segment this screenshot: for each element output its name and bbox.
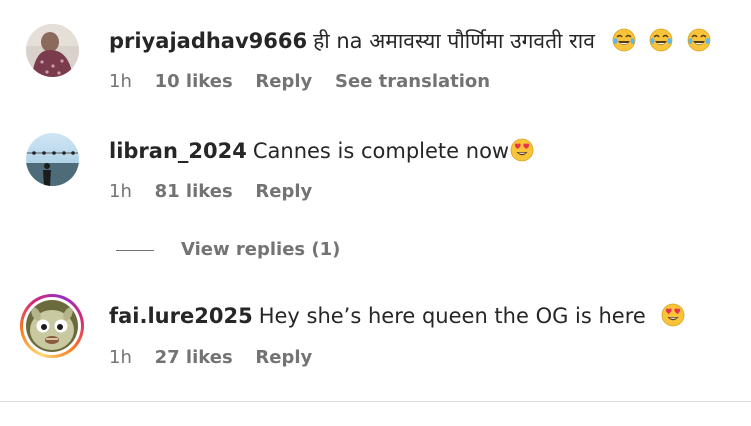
face-with-tears-of-joy-icon (649, 28, 673, 52)
heart-eyes-face-icon (510, 138, 534, 162)
bottom-divider (0, 401, 751, 402)
face-with-tears-of-joy-icon (687, 28, 711, 52)
comment-content: libran_2024 Cannes is complete now (109, 138, 534, 164)
comments-panel: priyajadhav9666 ही na अमावस्या पौर्णिमा उ… (0, 0, 751, 426)
view-replies-button[interactable]: View replies (1) (116, 239, 340, 261)
comment-likes[interactable]: 27 likes (155, 347, 233, 368)
avatar[interactable] (26, 24, 79, 77)
comment-text: Cannes is complete now (252, 139, 510, 163)
comment-likes[interactable]: 10 likes (155, 71, 233, 92)
comment-timestamp: 1h (109, 71, 132, 92)
avatar (26, 300, 78, 352)
comment-meta: 1h 81 likes Reply (109, 181, 329, 203)
comment-content: priyajadhav9666 ही na अमावस्या पौर्णिमा उ… (109, 28, 711, 54)
comment-username[interactable]: fai.lure2025 (109, 304, 253, 328)
avatar[interactable] (26, 133, 79, 186)
reply-button[interactable]: Reply (255, 71, 312, 92)
view-replies-label: View replies (1) (181, 239, 341, 260)
reply-button[interactable]: Reply (255, 181, 312, 202)
comment-timestamp: 1h (109, 347, 132, 368)
heart-eyes-face-icon (661, 303, 684, 327)
comment-username[interactable]: priyajadhav9666 (109, 29, 307, 53)
comment-text: Hey she’s here queen the OG is here (258, 304, 646, 328)
avatar-with-story-ring[interactable] (20, 294, 84, 358)
see-translation-button[interactable]: See translation (335, 71, 490, 92)
comment-meta: 1h 10 likes Reply See translation (109, 71, 507, 93)
divider (116, 249, 154, 251)
comment-timestamp: 1h (109, 181, 132, 202)
comment-meta: 1h 27 likes Reply (109, 347, 329, 369)
comment-text: ही na अमावस्या पौर्णिमा उगवती राव (313, 29, 595, 53)
comment-content: fai.lure2025 Hey she’s here queen the OG … (109, 303, 685, 329)
comment-likes[interactable]: 81 likes (155, 181, 233, 202)
reply-button[interactable]: Reply (255, 347, 312, 368)
face-with-tears-of-joy-icon (612, 28, 635, 52)
comment-username[interactable]: libran_2024 (109, 139, 247, 163)
